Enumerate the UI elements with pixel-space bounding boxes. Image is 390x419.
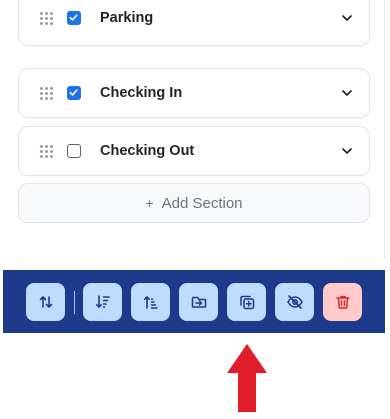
hide-eye-off-icon xyxy=(286,295,303,309)
hide-button[interactable] xyxy=(275,283,314,321)
duplicate-button[interactable] xyxy=(227,283,266,321)
sort-ascending-button[interactable] xyxy=(131,283,170,321)
red-up-arrow-icon xyxy=(227,344,267,412)
add-section-button[interactable]: + Add Section xyxy=(18,183,370,223)
move-to-folder-icon xyxy=(191,296,206,308)
section-row[interactable]: Parking xyxy=(18,0,370,46)
drag-handle-icon[interactable] xyxy=(40,145,53,158)
section-label: Parking xyxy=(100,10,154,26)
sort-descending-button[interactable] xyxy=(83,283,122,321)
duplicate-icon xyxy=(239,295,254,310)
section-label: Checking In xyxy=(100,85,183,101)
section-label: Checking Out xyxy=(100,143,195,159)
trash-icon xyxy=(335,295,350,309)
drag-handle-icon[interactable] xyxy=(40,12,53,25)
drag-handle-icon[interactable] xyxy=(40,87,53,100)
sort-ascending-icon xyxy=(143,296,158,309)
section-checkbox[interactable] xyxy=(67,86,81,100)
move-button[interactable] xyxy=(179,283,218,321)
toolbar-divider xyxy=(74,291,75,314)
sections-panel: Parking Checking In Checking Out + Add S… xyxy=(0,0,385,258)
swap-order-button[interactable] xyxy=(26,283,65,321)
sort-descending-icon xyxy=(95,295,110,308)
add-section-label: Add Section xyxy=(161,194,243,212)
bulk-actions-toolbar xyxy=(3,270,385,333)
chevron-down-icon[interactable] xyxy=(341,87,353,99)
section-checkbox[interactable] xyxy=(67,144,81,158)
section-row[interactable]: Checking In xyxy=(18,68,370,118)
delete-button[interactable] xyxy=(323,283,362,321)
swap-vertical-icon xyxy=(39,296,52,308)
plus-icon: + xyxy=(145,195,154,211)
section-checkbox[interactable] xyxy=(67,11,81,25)
section-row[interactable]: Checking Out xyxy=(18,126,370,176)
chevron-down-icon[interactable] xyxy=(341,145,353,157)
chevron-down-icon[interactable] xyxy=(341,12,353,24)
check-icon xyxy=(69,14,78,21)
check-icon xyxy=(69,89,78,96)
